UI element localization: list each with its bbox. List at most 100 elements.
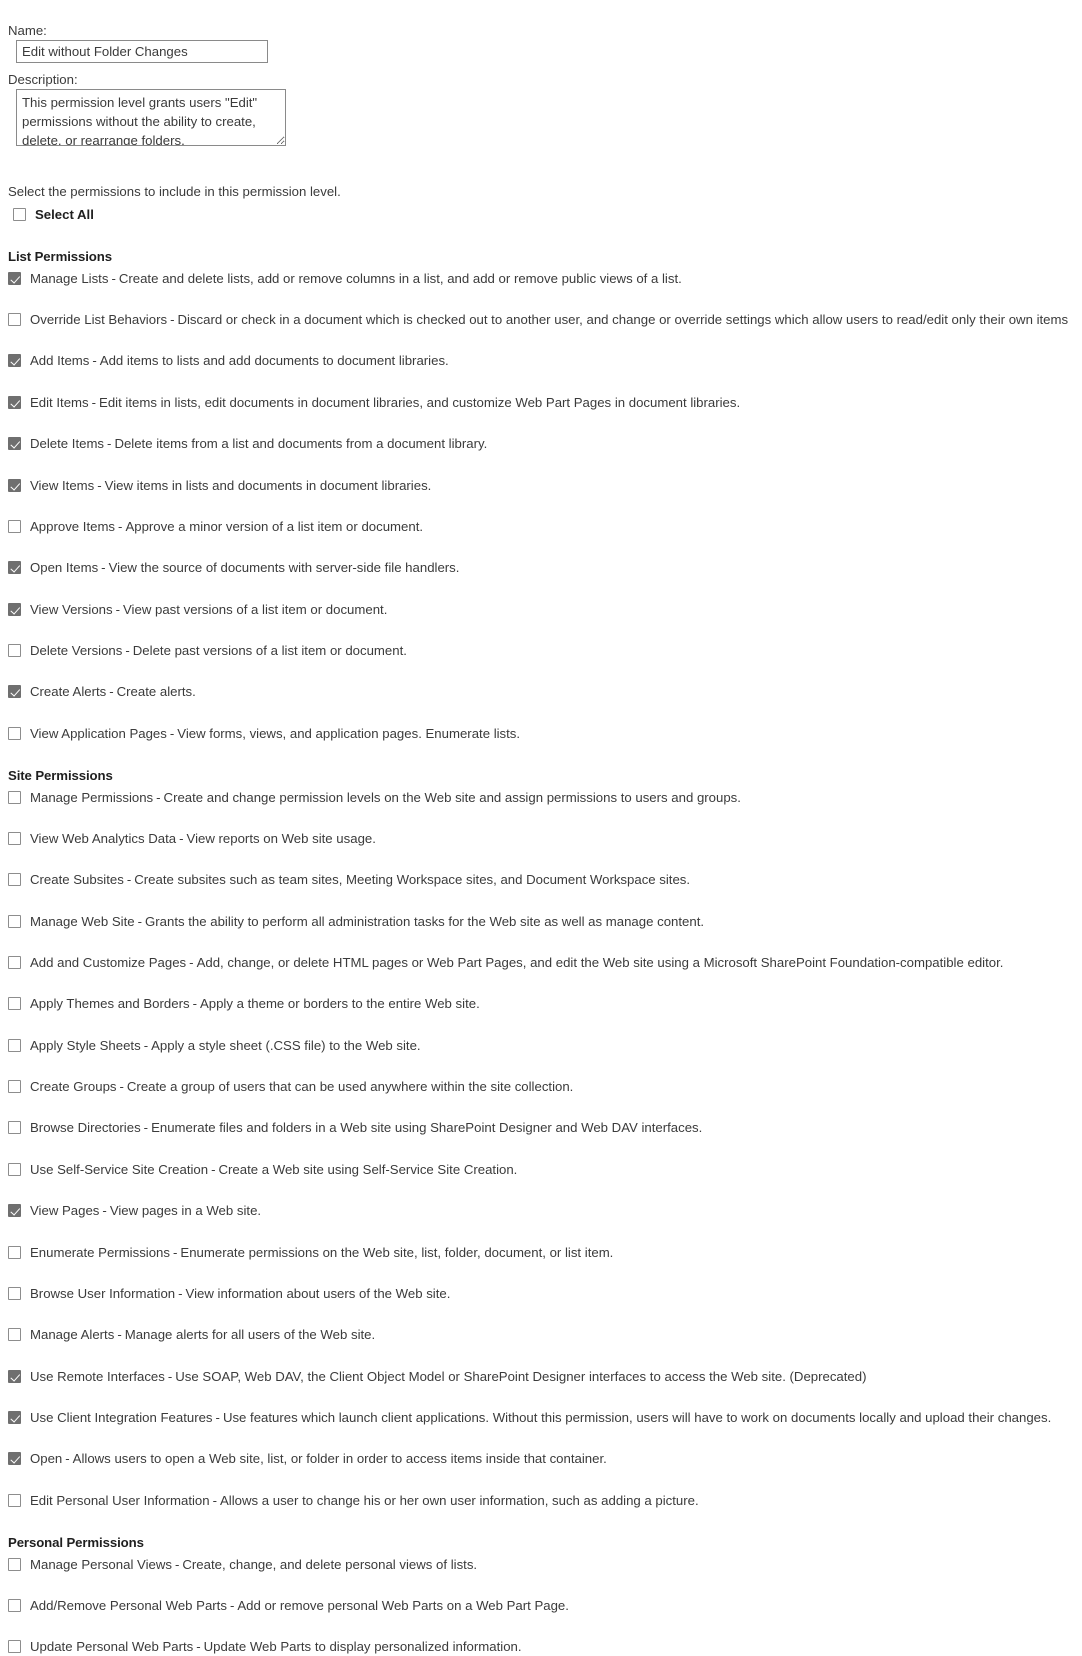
permission-checkbox[interactable] (8, 873, 21, 887)
permission-row[interactable]: Use Self-Service Site Creation - Create a … (8, 1161, 1082, 1178)
permission-row[interactable]: Enumerate Permissions - Enumerate permissi… (8, 1244, 1082, 1261)
permission-checkbox[interactable] (8, 561, 21, 575)
permission-row[interactable]: View Items - View items in lists and docum… (8, 477, 1082, 494)
permission-checkbox[interactable] (8, 914, 21, 928)
permission-description: Add items to lists and add documents to … (99, 353, 449, 369)
permission-checkbox[interactable] (8, 685, 21, 699)
permission-description: Add or remove personal Web Parts on a We… (237, 1598, 569, 1614)
permission-text: Manage Web Site - Grants the ability to pe… (21, 913, 704, 930)
permission-checkbox[interactable] (8, 1410, 21, 1424)
permission-row[interactable]: Browse User Information - View information… (8, 1285, 1082, 1302)
permission-row[interactable]: Manage Web Site - Grants the ability to pe… (8, 913, 1082, 930)
permission-row[interactable]: Apply Themes and Borders - Apply a theme o… (8, 995, 1082, 1012)
permission-checkbox[interactable] (8, 1452, 21, 1466)
permission-row[interactable]: Use Client Integration Features - Use feat… (8, 1409, 1082, 1426)
permission-row[interactable]: Edit Personal User Information - Allows a … (8, 1492, 1082, 1509)
permission-text: Delete Versions - Delete past versions of … (21, 642, 407, 659)
permission-name: Use Self-Service Site Creation (30, 1161, 209, 1177)
permission-separator: - (212, 1492, 217, 1508)
permission-separator: - (192, 996, 197, 1012)
permission-separator: - (143, 1120, 149, 1136)
permission-checkbox[interactable] (8, 1557, 21, 1571)
permission-checkbox[interactable] (8, 313, 21, 327)
permission-row[interactable]: Approve Items - Approve a minor version of… (8, 518, 1082, 535)
permission-name: View Pages (30, 1203, 100, 1219)
permission-checkbox[interactable] (8, 1038, 21, 1052)
permission-description: Allows users to open a Web site, list, o… (72, 1451, 607, 1467)
permission-list: Manage Personal Views - Create, change, an… (8, 1556, 1082, 1656)
permission-row[interactable]: Browse Directories - Enumerate files and f… (8, 1119, 1082, 1136)
permission-row[interactable]: Use Remote Interfaces - Use SOAP, Web DAV,… (8, 1368, 1082, 1385)
permission-row[interactable]: Update Personal Web Parts - Update Web Par… (8, 1638, 1082, 1655)
permission-checkbox[interactable] (8, 1328, 21, 1342)
permission-row[interactable]: Add and Customize Pages - Add, change, or … (8, 954, 1082, 971)
permission-row[interactable]: Open Items - View the source of documents … (8, 559, 1082, 576)
permission-separator: - (178, 1285, 183, 1301)
permission-row[interactable]: Delete Items - Delete items from a list an… (8, 435, 1082, 452)
permission-separator: - (107, 436, 112, 452)
permission-checkbox[interactable] (8, 1599, 21, 1613)
permission-row[interactable]: Manage Personal Views - Create, change, an… (8, 1556, 1082, 1573)
permission-row[interactable]: Edit Items - Edit items in lists, edit doc… (8, 394, 1082, 411)
permission-row[interactable]: Manage Lists - Create and delete lists, ad… (8, 270, 1082, 287)
permission-checkbox[interactable] (8, 437, 21, 451)
permission-separator: - (174, 1556, 180, 1572)
permission-text: Browse User Information - View information… (21, 1285, 450, 1302)
permission-checkbox[interactable] (8, 1493, 21, 1507)
permission-separator: - (137, 913, 142, 929)
permission-row[interactable]: Create Subsites - Create subsites such as … (8, 871, 1082, 888)
permission-text: Apply Style Sheets - Apply a style sheet (… (21, 1037, 421, 1054)
permission-checkbox[interactable] (8, 478, 21, 492)
permission-name: Manage Lists (30, 270, 109, 286)
permission-row[interactable]: Manage Permissions - Create and change per… (8, 789, 1082, 806)
permission-description: View information about users of the Web … (185, 1285, 451, 1301)
permission-name: Edit Personal User Information (30, 1492, 210, 1508)
permission-separator: - (143, 1037, 149, 1053)
permission-level-name-input[interactable] (16, 39, 268, 63)
permission-checkbox[interactable] (8, 832, 21, 846)
select-all-checkbox[interactable] (13, 207, 26, 221)
permission-checkbox[interactable] (8, 1121, 21, 1135)
permission-row[interactable]: Create Groups - Create a group of users th… (8, 1078, 1082, 1095)
permission-row[interactable]: Open - Allows users to open a Web site, li… (8, 1450, 1082, 1467)
permission-row[interactable]: Add Items - Add items to lists and add doc… (8, 352, 1082, 369)
section-title: Personal Permissions (8, 1534, 144, 1550)
permission-row[interactable]: View Pages - View pages in a Web site. (8, 1202, 1082, 1219)
permission-checkbox[interactable] (8, 271, 21, 285)
permission-checkbox[interactable] (8, 726, 21, 740)
permission-checkbox[interactable] (8, 395, 21, 409)
permission-checkbox[interactable] (8, 790, 21, 804)
instruction-text: Select the permissions to include in thi… (8, 183, 341, 199)
permission-row[interactable]: Apply Style Sheets - Apply a style sheet (… (8, 1037, 1082, 1054)
permission-row[interactable]: View Web Analytics Data - View reports on … (8, 830, 1082, 847)
permission-checkbox[interactable] (8, 1204, 21, 1218)
permission-row[interactable]: Add/Remove Personal Web Parts - Add or rem… (8, 1597, 1082, 1614)
permission-text: Browse Directories - Enumerate files and f… (21, 1119, 702, 1136)
permission-checkbox[interactable] (8, 643, 21, 657)
permission-row[interactable]: Manage Alerts - Manage alerts for all user… (8, 1326, 1082, 1343)
name-label: Name: (8, 23, 47, 38)
permission-text: View Versions - View past versions of a li… (21, 601, 387, 618)
permission-checkbox[interactable] (8, 956, 21, 970)
permission-description: Add, change, or delete HTML pages or Web… (196, 955, 1004, 971)
permission-row[interactable]: View Versions - View past versions of a li… (8, 601, 1082, 618)
permission-level-description-input[interactable] (16, 88, 286, 146)
permission-checkbox[interactable] (8, 1369, 21, 1383)
permission-checkbox[interactable] (8, 1080, 21, 1094)
permission-row[interactable]: View Application Pages - View forms, views… (8, 725, 1082, 742)
permission-checkbox[interactable] (8, 1286, 21, 1300)
permissions-sections: List Permissions Manage Lists - Create and … (8, 249, 1082, 1656)
permission-row[interactable]: Override List Behaviors - Discard or check… (8, 311, 1082, 328)
select-all-row[interactable]: Select All (8, 206, 1082, 223)
permission-description: Allows a user to change his or her own u… (219, 1492, 699, 1508)
permission-checkbox[interactable] (8, 1162, 21, 1176)
permission-checkbox[interactable] (8, 1640, 21, 1654)
permission-text: Use Self-Service Site Creation - Create a … (21, 1161, 517, 1178)
permission-checkbox[interactable] (8, 602, 21, 616)
permission-checkbox[interactable] (8, 997, 21, 1011)
permission-checkbox[interactable] (8, 1245, 21, 1259)
permission-row[interactable]: Create Alerts - Create alerts. (8, 683, 1082, 700)
permission-checkbox[interactable] (8, 354, 21, 368)
permission-row[interactable]: Delete Versions - Delete past versions of … (8, 642, 1082, 659)
permission-checkbox[interactable] (8, 519, 21, 533)
